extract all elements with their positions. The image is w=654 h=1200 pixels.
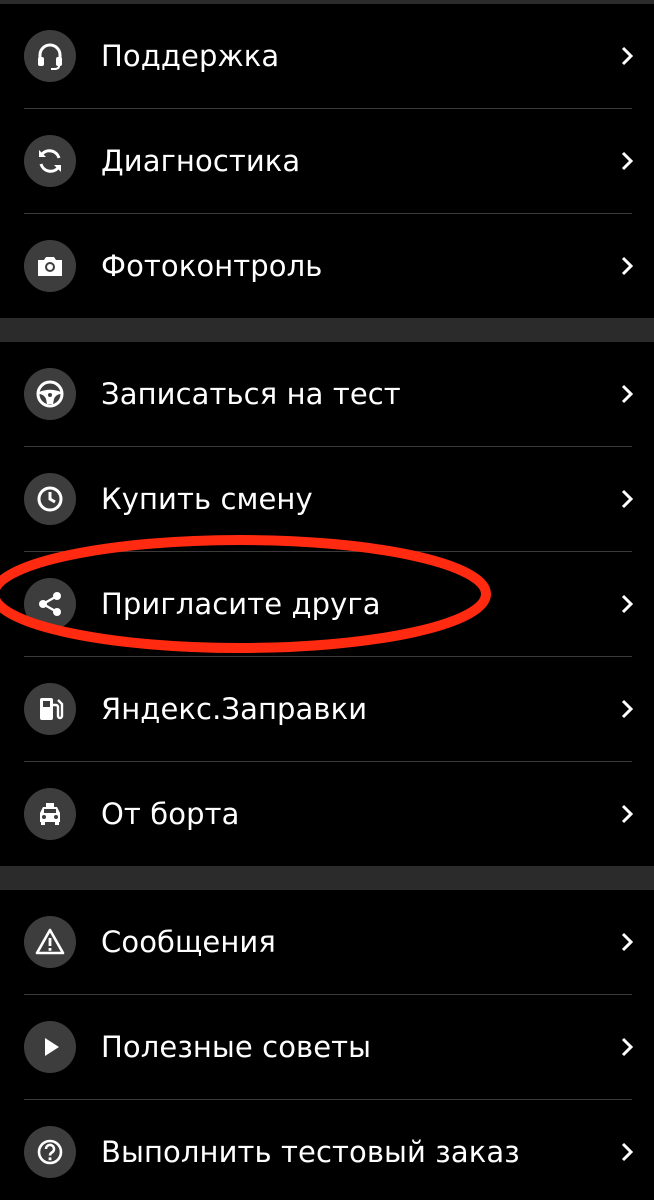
- chevron-right-icon: [620, 383, 634, 405]
- help-icon: [24, 1126, 76, 1178]
- play-icon: [24, 1021, 76, 1073]
- share-icon: [24, 578, 76, 630]
- chevron-right-icon: [620, 931, 634, 953]
- menu-section-2: Записаться на тест Купить смену Пригласи…: [0, 342, 654, 866]
- clock-icon: [24, 473, 76, 525]
- refresh-icon: [24, 135, 76, 187]
- menu-item-useful-tips[interactable]: Полезные советы: [0, 995, 654, 1099]
- menu-item-support[interactable]: Поддержка: [0, 4, 654, 108]
- menu-item-invite-friend[interactable]: Пригласите друга: [0, 552, 654, 656]
- chevron-right-icon: [620, 1141, 634, 1163]
- menu-section-3: Сообщения Полезные советы Выполнить тест…: [0, 890, 654, 1200]
- menu-item-label: Фотоконтроль: [101, 249, 323, 283]
- menu-item-yandex-fuel[interactable]: Яндекс.Заправки: [0, 657, 654, 761]
- warning-icon: [24, 916, 76, 968]
- chevron-right-icon: [620, 150, 634, 172]
- chevron-right-icon: [620, 698, 634, 720]
- menu-item-from-board[interactable]: От борта: [0, 762, 654, 866]
- menu-item-label: Диагностика: [101, 144, 301, 178]
- menu-item-label: Сообщения: [101, 925, 276, 959]
- menu-item-diagnostics[interactable]: Диагностика: [0, 109, 654, 213]
- headset-icon: [24, 30, 76, 82]
- menu-item-test-signup[interactable]: Записаться на тест: [0, 342, 654, 446]
- taxi-icon: [24, 788, 76, 840]
- chevron-right-icon: [620, 45, 634, 67]
- menu-item-messages[interactable]: Сообщения: [0, 890, 654, 994]
- chevron-right-icon: [620, 803, 634, 825]
- menu-item-label: Полезные советы: [101, 1030, 372, 1064]
- menu-item-label: Выполнить тестовый заказ: [101, 1135, 520, 1169]
- menu-item-label: От борта: [101, 797, 240, 831]
- menu-item-buy-shift[interactable]: Купить смену: [0, 447, 654, 551]
- section-gap: [0, 318, 654, 342]
- menu-item-label: Яндекс.Заправки: [101, 692, 368, 726]
- menu-item-label: Купить смену: [101, 482, 313, 516]
- chevron-right-icon: [620, 488, 634, 510]
- chevron-right-icon: [620, 255, 634, 277]
- menu-item-label: Пригласите друга: [101, 587, 381, 621]
- steering-wheel-icon: [24, 368, 76, 420]
- fuel-icon: [24, 683, 76, 735]
- menu-section-1: Поддержка Диагностика Фотоконтроль: [0, 4, 654, 318]
- chevron-right-icon: [620, 593, 634, 615]
- section-gap: [0, 866, 654, 890]
- chevron-right-icon: [620, 1036, 634, 1058]
- menu-item-photocontrol[interactable]: Фотоконтроль: [0, 214, 654, 318]
- camera-icon: [24, 240, 76, 292]
- menu-item-label: Поддержка: [101, 39, 280, 73]
- menu-screen: Поддержка Диагностика Фотоконтроль Запис…: [0, 0, 654, 1200]
- menu-item-label: Записаться на тест: [101, 377, 401, 411]
- menu-item-test-order[interactable]: Выполнить тестовый заказ: [0, 1100, 654, 1200]
